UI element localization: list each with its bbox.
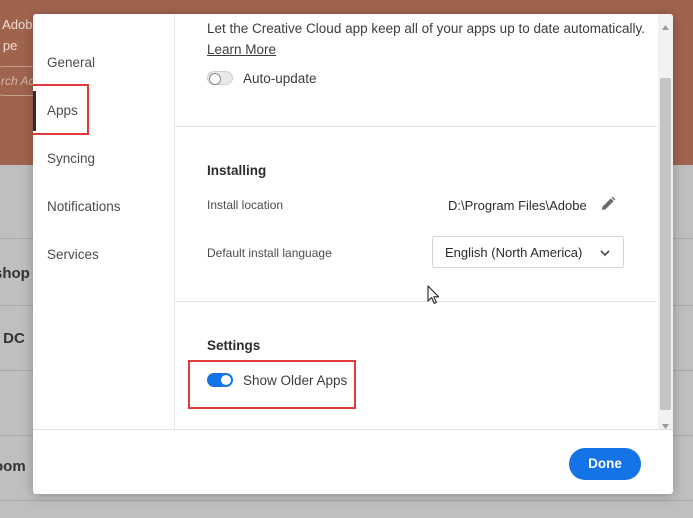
- auto-update-description: Let the Creative Cloud app keep all of y…: [207, 21, 646, 36]
- scroll-thumb[interactable]: [660, 78, 671, 410]
- section-divider: [175, 301, 657, 302]
- show-older-apps-toggle[interactable]: [207, 373, 233, 387]
- mouse-cursor-icon: [427, 285, 440, 310]
- section-divider: [175, 126, 657, 127]
- learn-more-link[interactable]: Learn More: [207, 42, 276, 57]
- background-header-text-2: e pe: [0, 38, 18, 53]
- chevron-down-icon: [599, 246, 611, 264]
- auto-update-toggle[interactable]: [207, 71, 233, 85]
- dialog-footer: Done: [33, 429, 673, 494]
- toggle-knob: [209, 73, 221, 85]
- sidebar-item-apps[interactable]: Apps: [47, 103, 78, 118]
- sidebar-item-services[interactable]: Services: [47, 247, 99, 262]
- sidebar-item-notifications[interactable]: Notifications: [47, 199, 121, 214]
- background-list-item: oom: [0, 458, 26, 475]
- background-divider: [0, 500, 693, 501]
- scroll-up-icon[interactable]: [662, 17, 669, 35]
- sidebar-item-general[interactable]: General: [47, 55, 95, 70]
- preferences-content: Let the Creative Cloud app keep all of y…: [175, 14, 657, 429]
- background-list-item: shop: [0, 265, 30, 282]
- installing-heading: Installing: [207, 163, 267, 178]
- toggle-knob: [221, 375, 231, 385]
- done-button[interactable]: Done: [569, 448, 641, 480]
- active-indicator: [33, 91, 36, 131]
- settings-heading: Settings: [207, 338, 261, 353]
- auto-update-label: Auto-update: [243, 71, 317, 86]
- edit-pencil-icon[interactable]: [599, 195, 617, 218]
- install-location-label: Install location: [207, 198, 284, 212]
- sidebar-item-syncing[interactable]: Syncing: [47, 151, 95, 166]
- install-language-label: Default install language: [207, 246, 332, 260]
- background-header-text-1: e Adob: [0, 17, 33, 32]
- install-location-value: D:\Program Files\Adobe: [448, 198, 587, 213]
- content-scrollbar[interactable]: [658, 14, 673, 429]
- preferences-sidebar: General Apps Syncing Notifications Servi…: [33, 14, 175, 429]
- install-language-value: English (North America): [445, 245, 583, 260]
- preferences-dialog: General Apps Syncing Notifications Servi…: [33, 14, 673, 494]
- show-older-apps-label: Show Older Apps: [243, 373, 348, 388]
- background-list-item: t DC: [0, 330, 25, 347]
- install-language-select[interactable]: English (North America): [432, 236, 624, 268]
